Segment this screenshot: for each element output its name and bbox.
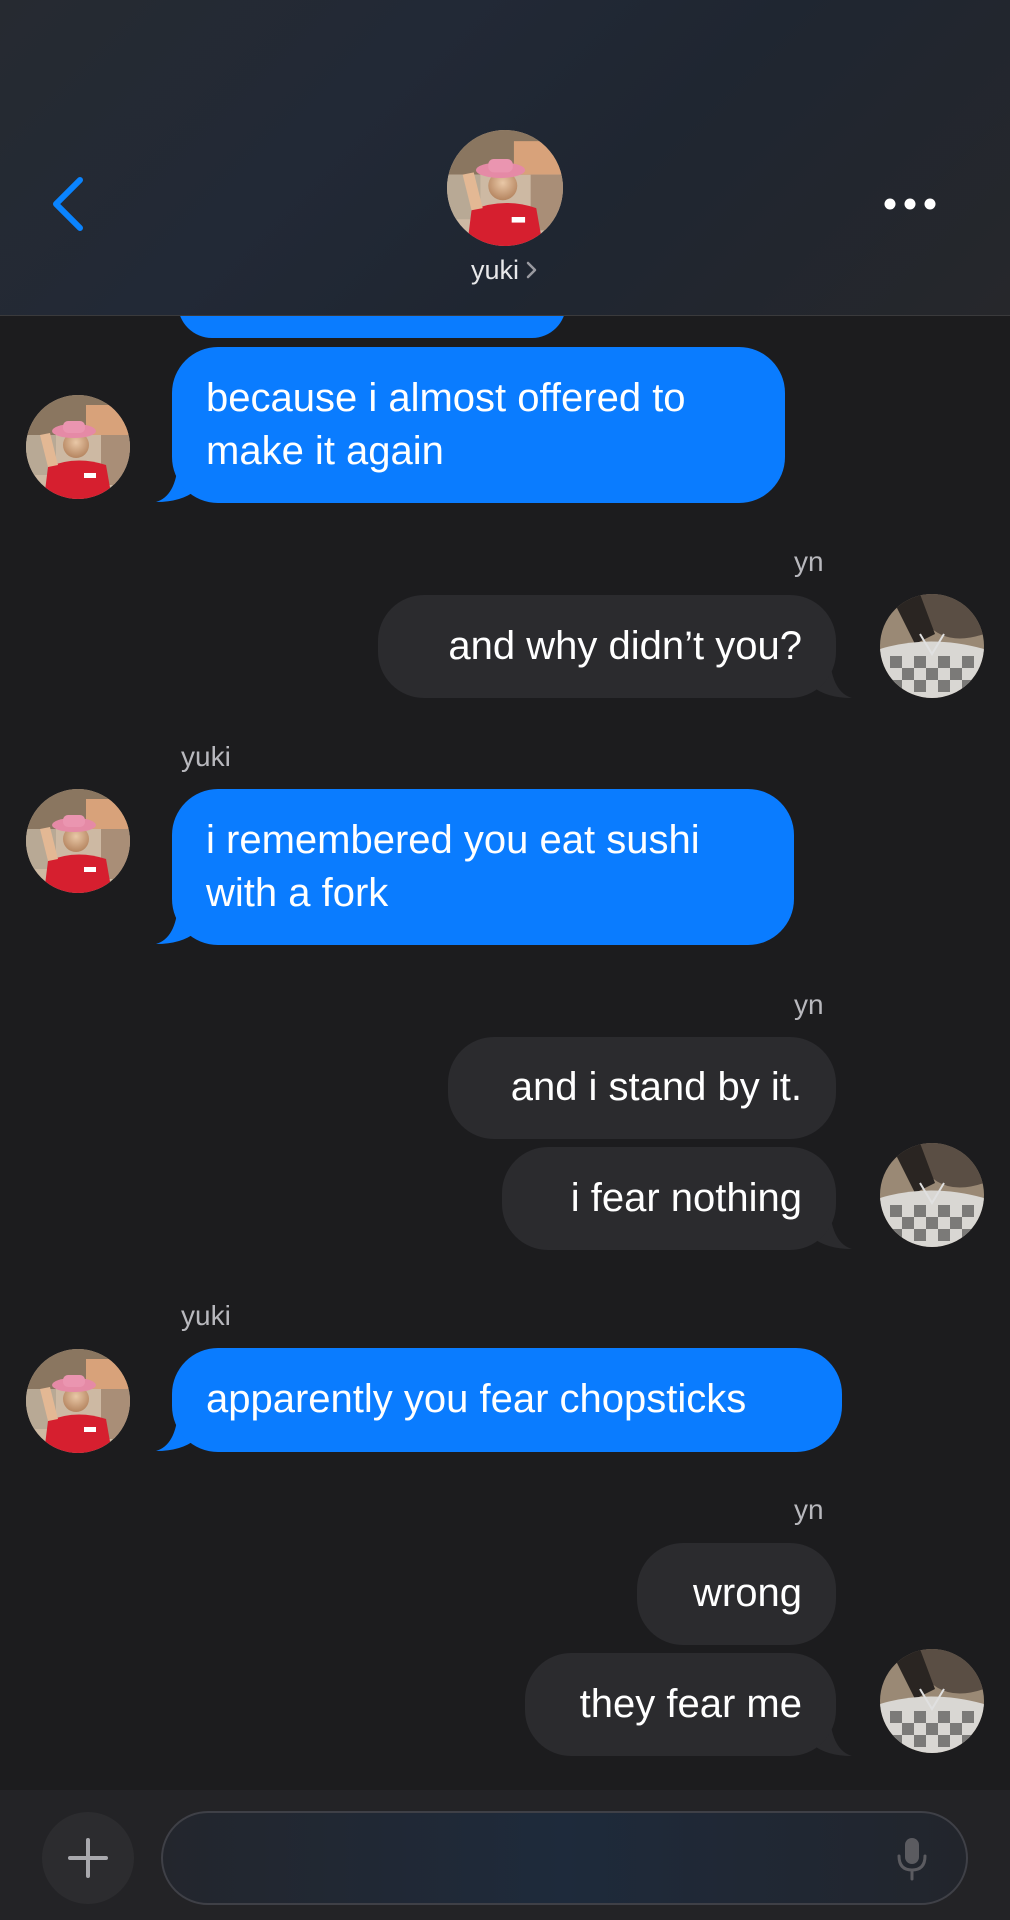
message-text-line: because i almost offered to	[206, 376, 686, 420]
message-bubble[interactable]: i fear nothing	[502, 1147, 836, 1250]
message-bubble[interactable]: apparently you fear chopsticks	[172, 1348, 842, 1452]
ellipsis-icon	[884, 198, 936, 210]
message-bubble[interactable]: i remembered you eat sushi with a fork	[172, 789, 794, 945]
message-text: and why didn’t you?	[448, 624, 802, 668]
message-bubble[interactable]: wrong	[637, 1543, 836, 1645]
sender-label: yn	[794, 989, 824, 1020]
message-text: apparently you fear chopsticks	[206, 1377, 747, 1421]
add-attachment-button[interactable]	[42, 1812, 134, 1904]
contact-avatar[interactable]	[447, 130, 563, 246]
yuki-photo	[26, 395, 130, 499]
yuki-photo	[26, 789, 130, 893]
message-text: they fear me	[579, 1682, 802, 1726]
message-text: i fear nothing	[570, 1176, 802, 1220]
yn-photo	[880, 1143, 984, 1247]
message-bubble[interactable]: because i almost offered to make it agai…	[172, 347, 785, 503]
avatar[interactable]	[26, 789, 130, 893]
more-options-button[interactable]	[880, 186, 940, 222]
message-bubble[interactable]: and i stand by it.	[448, 1037, 836, 1139]
chevron-right-icon	[525, 256, 539, 287]
conversation-header: yuki	[0, 0, 1010, 316]
avatar[interactable]	[880, 594, 984, 698]
avatar[interactable]	[880, 1143, 984, 1247]
yuki-photo	[26, 1349, 130, 1453]
back-button[interactable]	[42, 172, 102, 236]
avatar[interactable]	[26, 1349, 130, 1453]
message-bubble[interactable]: they fear me	[525, 1653, 836, 1756]
avatar[interactable]	[26, 395, 130, 499]
message-text: wrong	[693, 1571, 802, 1615]
avatar[interactable]	[880, 1649, 984, 1753]
message-text-line: i remembered you eat sushi	[206, 818, 700, 862]
microphone-icon	[897, 1838, 927, 1881]
message-text-line: make it again	[206, 429, 444, 473]
contact-photo	[447, 130, 563, 246]
contact-name-button[interactable]: yuki	[405, 255, 605, 287]
message-input[interactable]	[161, 1811, 968, 1905]
message-text-line: with a fork	[206, 871, 389, 915]
sender-label: yn	[794, 546, 824, 577]
sender-label: yuki	[181, 1300, 231, 1331]
plus-icon	[68, 1838, 108, 1878]
yn-photo	[880, 594, 984, 698]
dictation-button[interactable]	[892, 1834, 932, 1884]
sender-label: yn	[794, 1494, 824, 1525]
message-bubble[interactable]: and why didn’t you?	[378, 595, 836, 698]
chevron-left-icon	[53, 177, 83, 231]
contact-name: yuki	[470, 255, 519, 285]
sender-label: yuki	[181, 741, 231, 772]
message-text: and i stand by it.	[510, 1065, 802, 1109]
yn-photo	[880, 1649, 984, 1753]
